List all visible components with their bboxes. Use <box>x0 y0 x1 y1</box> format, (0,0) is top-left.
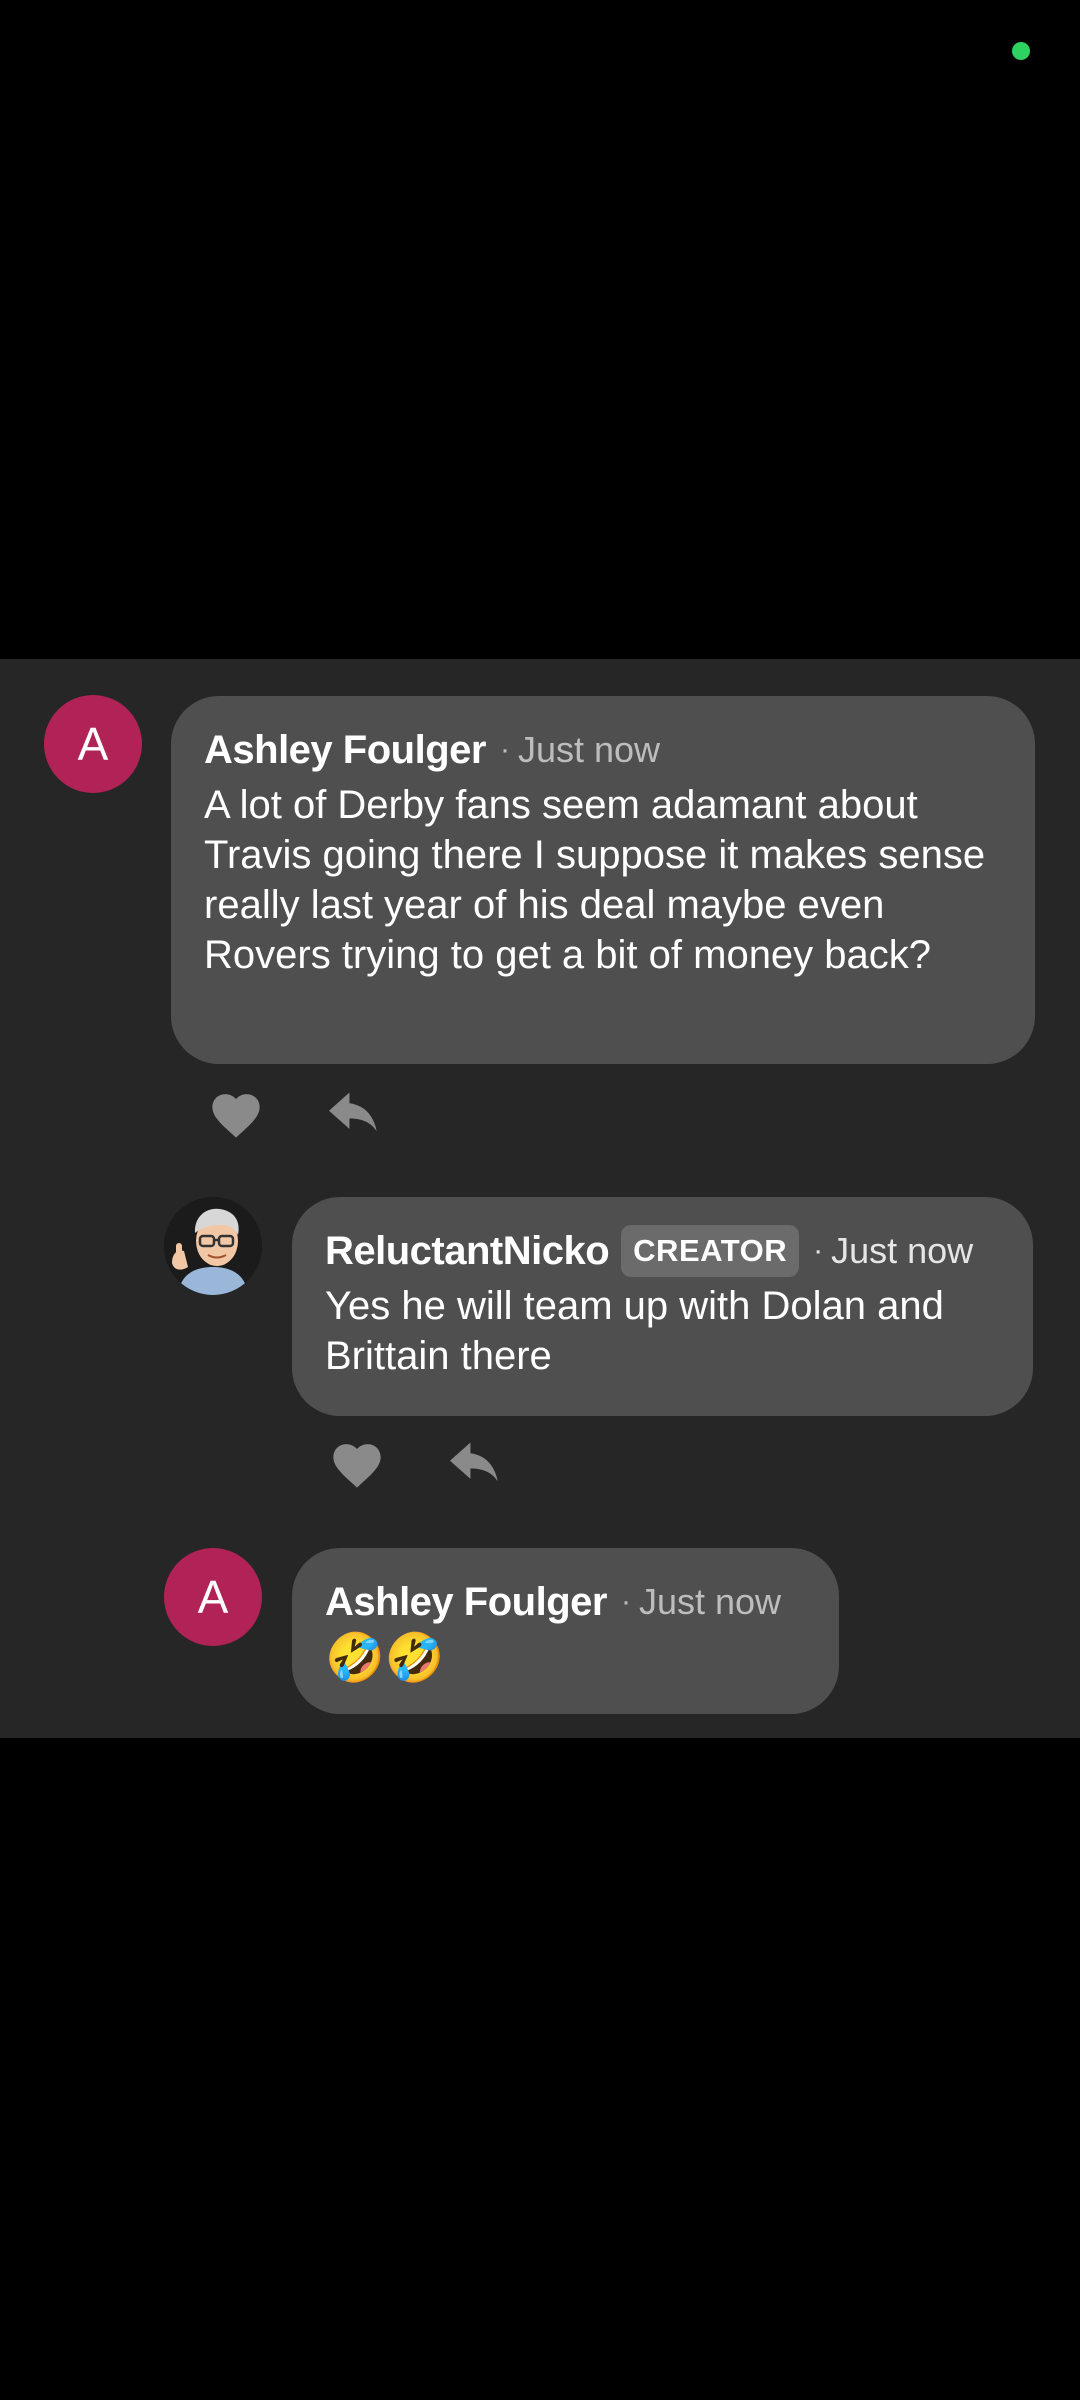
comment-text: Yes he will team up with Dolan and Britt… <box>325 1284 944 1378</box>
comment-bubble[interactable]: Ashley Foulger · Just now A lot of Derby… <box>171 696 1035 1064</box>
reply-button[interactable] <box>443 1431 507 1495</box>
commenter-avatar[interactable]: A <box>164 1548 262 1646</box>
heart-icon <box>212 1094 260 1138</box>
avatar-letter: A <box>197 1571 229 1623</box>
comment-actions <box>325 1731 507 1738</box>
reply-button[interactable] <box>443 1731 507 1738</box>
comment-meta: Ashley Foulger · Just now <box>325 1578 807 1626</box>
creator-badge: CREATOR <box>621 1225 800 1277</box>
comment-bubble[interactable]: Ashley Foulger · Just now 🤣🤣 <box>292 1548 839 1714</box>
reply-button[interactable] <box>322 1081 386 1145</box>
comment-timestamp: Just now <box>831 1230 974 1271</box>
creator-avatar[interactable] <box>164 1197 262 1295</box>
meta-separator: · <box>499 733 510 766</box>
commenter-avatar[interactable]: A <box>44 695 142 793</box>
comment-meta: ReluctantNicko CREATOR · Just now <box>325 1225 1001 1277</box>
comment-timestamp: Just now <box>638 1581 782 1622</box>
like-button[interactable] <box>325 1431 389 1495</box>
comment-author[interactable]: Ashley Foulger <box>325 1580 607 1625</box>
comments-sheet: A Ashley Foulger · Just now A lot of Der… <box>0 659 1080 1738</box>
comment-author[interactable]: Ashley Foulger <box>204 728 486 773</box>
comment-meta: Ashley Foulger · Just now <box>204 726 1003 774</box>
heart-icon <box>328 1737 386 1738</box>
heart-icon <box>333 1444 381 1488</box>
comment-emoji-text: 🤣🤣 <box>325 1632 445 1685</box>
comment-author[interactable]: ReluctantNicko <box>325 1229 610 1274</box>
like-button[interactable] <box>325 1731 389 1738</box>
meta-separator: · <box>813 1234 824 1267</box>
meta-separator: · <box>620 1585 631 1618</box>
comment-actions <box>204 1081 386 1145</box>
status-indicator-dot <box>1012 42 1030 60</box>
comment-text: A lot of Derby fans seem adamant about T… <box>204 783 986 977</box>
comment-bubble[interactable]: ReluctantNicko CREATOR · Just now Yes he… <box>292 1197 1033 1416</box>
comment-actions <box>325 1431 507 1495</box>
comment-timestamp: Just now <box>517 729 661 770</box>
avatar-letter: A <box>77 718 109 770</box>
reply-arrow-icon <box>329 1092 377 1132</box>
memoji-avatar-icon <box>164 1197 262 1295</box>
reply-arrow-icon <box>450 1442 498 1482</box>
like-button[interactable] <box>204 1081 268 1145</box>
